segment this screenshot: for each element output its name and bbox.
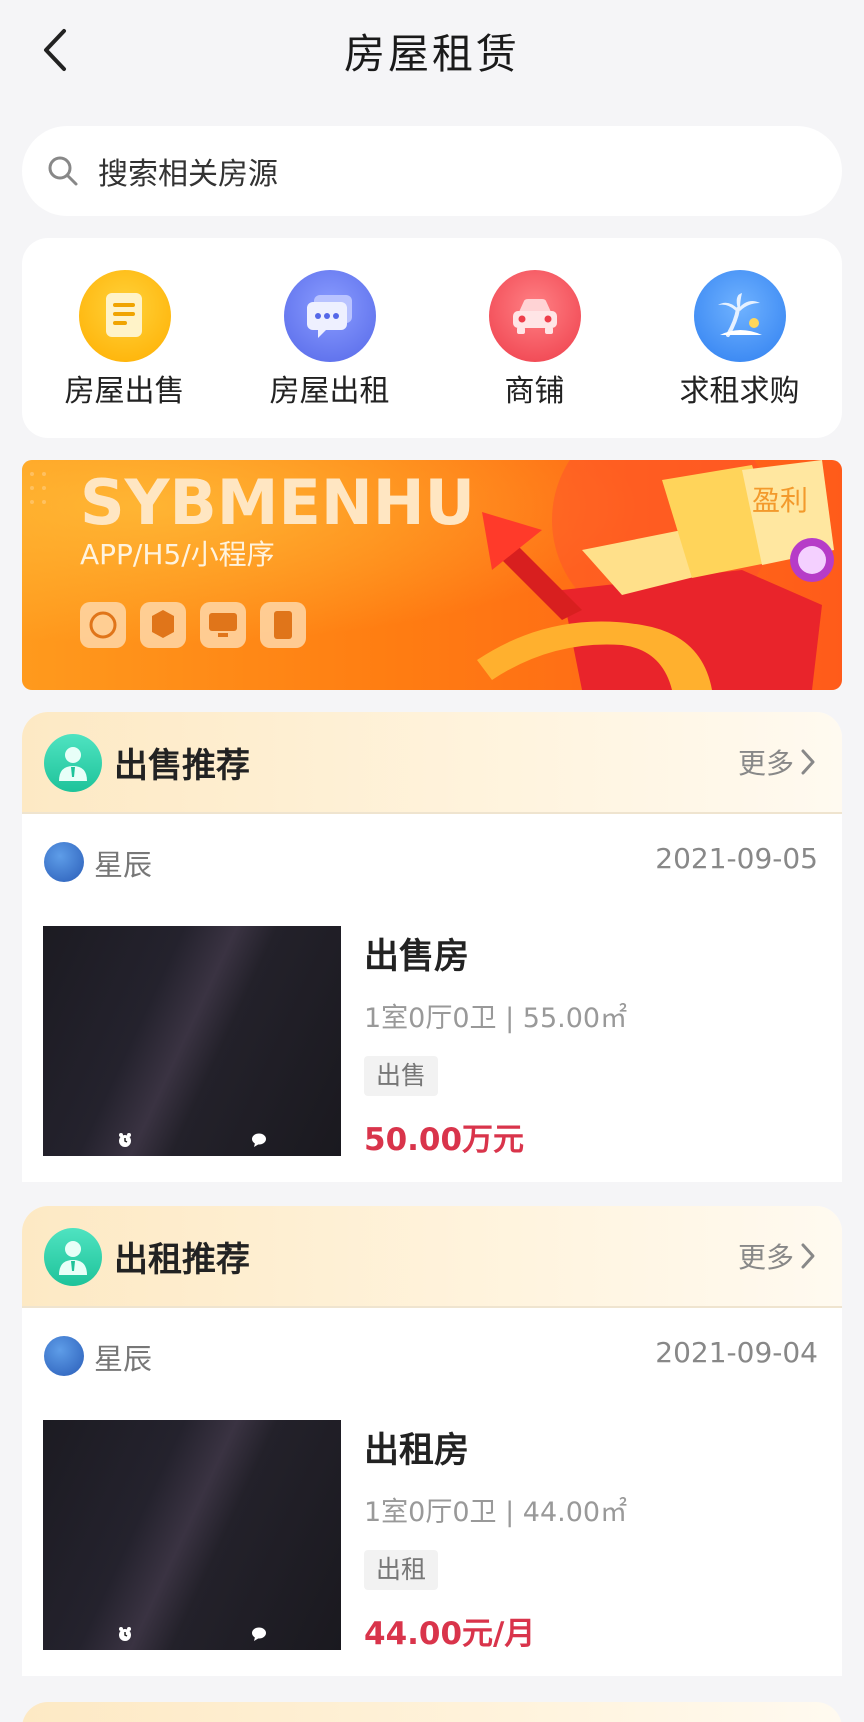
listing-tag: 出租 (364, 1550, 439, 1590)
comment-icon (252, 1133, 266, 1147)
palm-tree-icon (694, 270, 786, 362)
banner-brand: SYBMENHU (80, 466, 475, 539)
listing-item[interactable]: 星辰 2021-09-04 出租房 1室0厅0卫 | 44.00㎡ 出租 44.… (22, 1308, 842, 1676)
category-label: 商铺 (504, 374, 565, 409)
listing-price: 44.00元/月 (364, 1616, 536, 1652)
category-grid: 房屋出售 房屋出租 商铺 求租求购 (22, 238, 842, 438)
user-name: 星辰 (94, 848, 153, 882)
listing-thumbnail (43, 926, 341, 1156)
rent-recommend-section: 出租推荐 更多 星辰 2021-09-04 出租房 1室0厅0卫 | 44.00… (22, 1206, 842, 1676)
avatar (44, 842, 84, 882)
category-label: 房屋出租 (269, 374, 390, 409)
clock-icon (119, 1133, 131, 1147)
category-label: 房屋出售 (64, 374, 185, 409)
listing-thumbnail (43, 1420, 341, 1650)
clock-icon (119, 1627, 131, 1641)
chevron-right-icon (801, 749, 815, 775)
section-title: 出售推荐 (114, 746, 250, 786)
post-date: 2021-09-05 (655, 842, 818, 875)
category-label: 求租求购 (679, 374, 800, 409)
sale-recommend-section: 出售推荐 更多 星辰 2021-09-05 出售房 1室0厅0卫 | 55.00… (22, 712, 842, 1182)
listing-tag: 出售 (364, 1056, 439, 1096)
listing-title: 出售房 (364, 937, 470, 977)
page-title: 房屋租赁 (344, 30, 520, 78)
avatar (44, 1336, 84, 1376)
top-bar: 房屋租赁 (0, 0, 864, 100)
section-title: 出租推荐 (114, 1240, 250, 1280)
category-house-rent[interactable]: 房屋出租 (227, 238, 432, 438)
listing-spec: 1室0厅0卫 | 44.00㎡ (364, 1497, 628, 1528)
document-icon (79, 270, 171, 362)
banner-badge: 盈利 (752, 484, 808, 517)
more-label: 更多 (737, 747, 794, 780)
section-header: 出售推荐 更多 (22, 712, 842, 814)
search-icon (48, 156, 78, 186)
post-date: 2021-09-04 (655, 1336, 818, 1369)
category-seek[interactable]: 求租求购 (637, 238, 842, 438)
listing-item[interactable]: 星辰 2021-09-05 出售房 1室0厅0卫 | 55.00㎡ 出售 50.… (22, 814, 842, 1182)
more-label: 更多 (737, 1241, 794, 1274)
promo-banner[interactable]: SYBMENHU APP/H5/小程序 盈利 (22, 460, 842, 690)
chevron-right-icon (801, 1243, 815, 1269)
banner-subtitle: APP/H5/小程序 (80, 538, 275, 571)
more-link[interactable]: 更多 (738, 742, 816, 782)
search-input[interactable]: 搜索相关房源 (22, 126, 842, 216)
listing-spec: 1室0厅0卫 | 55.00㎡ (364, 1003, 628, 1034)
car-icon (489, 270, 581, 362)
listing-price: 50.00万元 (364, 1122, 525, 1158)
search-placeholder: 搜索相关房源 (98, 157, 278, 192)
category-house-sale[interactable]: 房屋出售 (22, 238, 227, 438)
category-shop[interactable]: 商铺 (432, 238, 637, 438)
user-icon (44, 734, 102, 792)
user-icon (44, 1228, 102, 1286)
user-name: 星辰 (94, 1342, 153, 1376)
banner-graphic: SYBMENHU APP/H5/小程序 盈利 (22, 460, 842, 690)
more-link[interactable]: 更多 (738, 1236, 816, 1276)
comment-icon (252, 1627, 266, 1641)
listing-title: 出租房 (364, 1431, 470, 1471)
section-header: 出租推荐 更多 (22, 1206, 842, 1308)
chat-icon (284, 270, 376, 362)
next-section-header (22, 1702, 842, 1722)
